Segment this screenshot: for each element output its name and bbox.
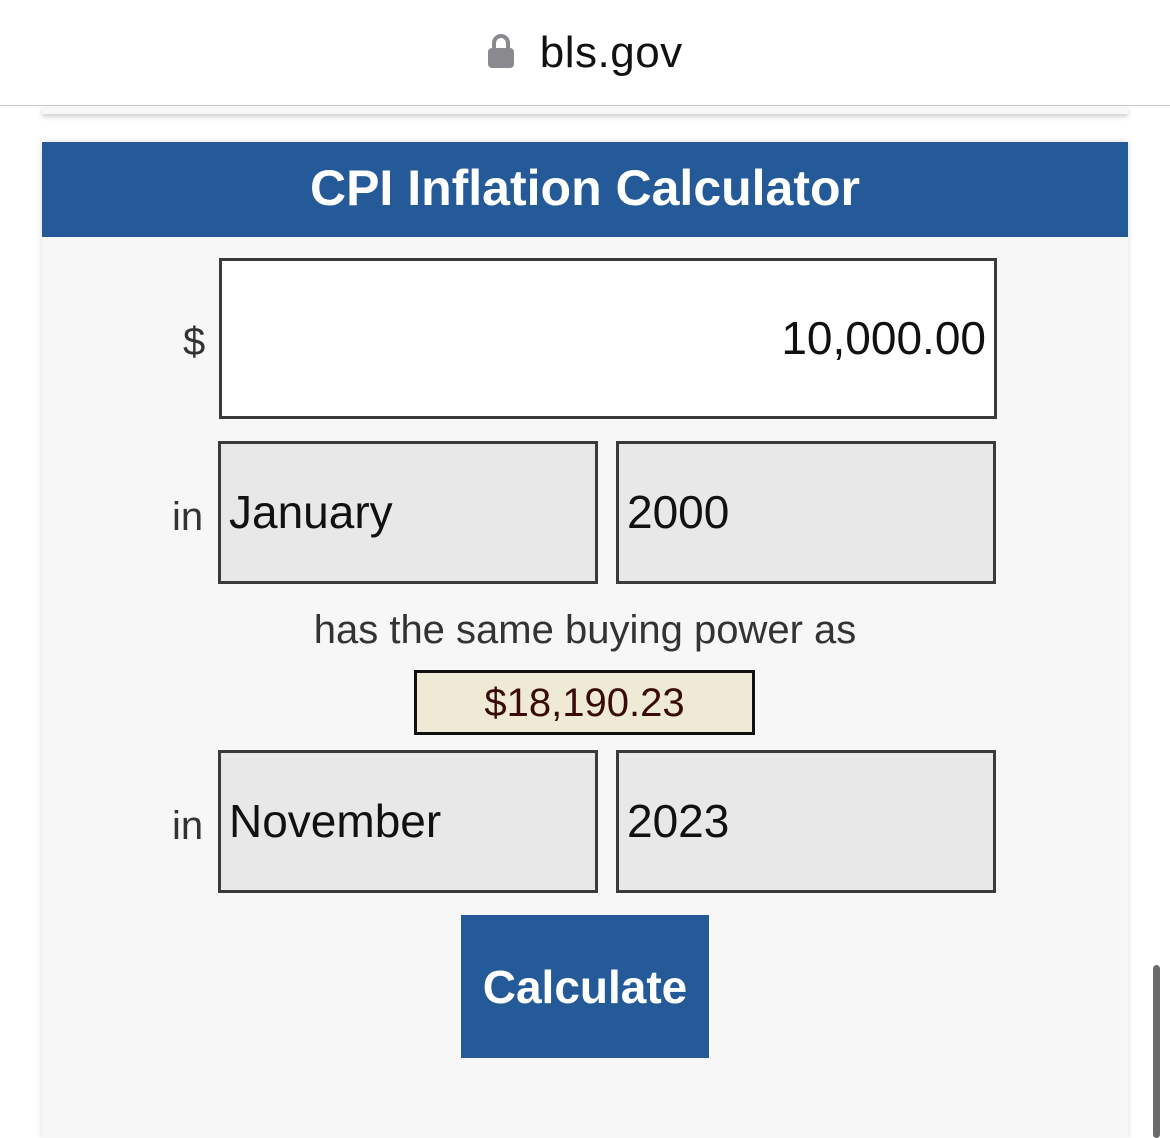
to-month-select[interactable]: November xyxy=(218,750,598,893)
amount-input[interactable]: 10,000.00 xyxy=(219,258,997,419)
cpi-calculator: CPI Inflation Calculator $ 10,000.00 in … xyxy=(42,142,1128,1138)
from-year-select[interactable]: 2000 xyxy=(616,441,996,584)
in-label-to: in xyxy=(172,804,204,848)
page-scrollbar[interactable] xyxy=(1153,965,1160,1138)
url-display[interactable]: bls.gov xyxy=(0,28,1170,84)
previous-section-edge xyxy=(42,106,1128,114)
lock-icon xyxy=(487,33,515,69)
to-year-select[interactable]: 2023 xyxy=(616,750,996,893)
in-label-from: in xyxy=(172,495,204,539)
url-text: bls.gov xyxy=(539,28,683,77)
browser-address-bar[interactable]: bls.gov xyxy=(0,0,1170,106)
same-buying-power-text: has the same buying power as xyxy=(313,608,857,652)
calculator-title: CPI Inflation Calculator xyxy=(42,142,1128,237)
from-month-select[interactable]: January xyxy=(218,441,598,584)
result-value: $18,190.23 xyxy=(414,670,755,735)
currency-symbol: $ xyxy=(183,320,206,364)
calculate-button[interactable]: Calculate xyxy=(461,915,709,1058)
